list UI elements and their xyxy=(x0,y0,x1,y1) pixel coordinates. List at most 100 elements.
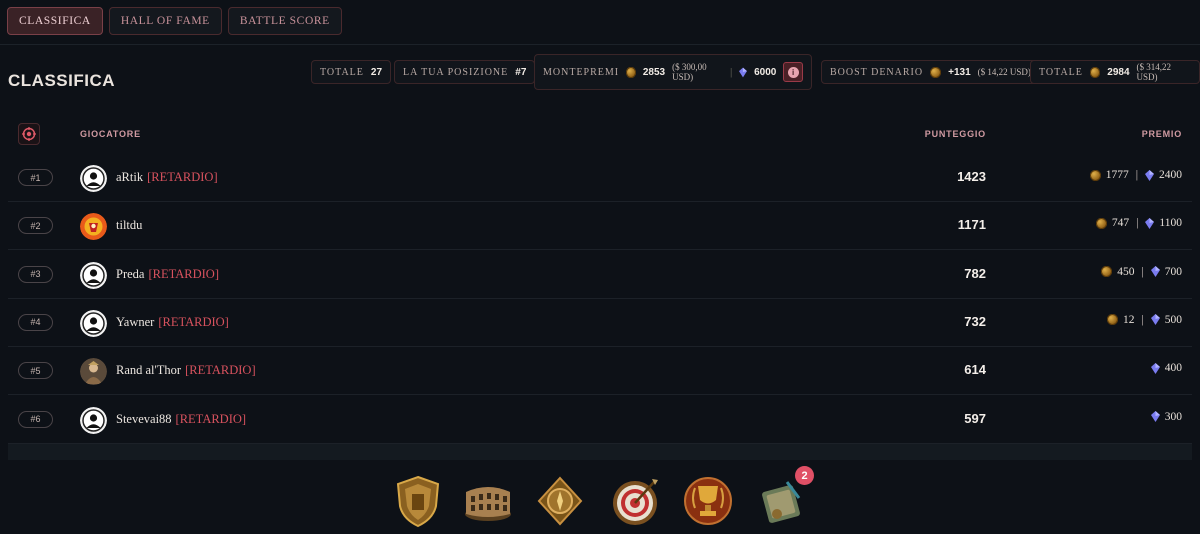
tab-battle-score[interactable]: BATTLE SCORE xyxy=(227,7,342,35)
clan-tag[interactable]: [RETARDIO] xyxy=(148,267,219,281)
separator: | xyxy=(730,66,733,78)
crosshair-icon[interactable] xyxy=(18,123,40,145)
rank-badge: #4 xyxy=(18,313,53,331)
your-position-stat: LA TUA POSIZIONE #7 xyxy=(394,60,536,84)
stat-coins: +131 xyxy=(948,66,971,78)
player-username[interactable]: aRtik xyxy=(116,170,143,184)
stat-usd: ($ 300,00 USD) xyxy=(672,62,707,82)
clan-tag[interactable]: [RETARDIO] xyxy=(176,412,247,426)
coin-icon xyxy=(930,66,942,78)
separator: | xyxy=(1135,169,1138,181)
prize-gems: 2400 xyxy=(1159,169,1182,181)
page-title: CLASSIFICA xyxy=(8,71,115,90)
trophy-icon[interactable] xyxy=(683,474,733,528)
avatar[interactable] xyxy=(80,358,107,386)
gem-icon xyxy=(1145,217,1155,229)
player-username[interactable]: tiltdu xyxy=(116,218,142,232)
prize-gems: 300 xyxy=(1164,410,1182,423)
table-header: GIOCATORE PUNTEGGIO PREMIO xyxy=(0,118,1200,152)
column-player: GIOCATORE xyxy=(80,129,141,139)
stat-label: BOOST DENARIO xyxy=(830,66,924,78)
prize-gems: 1100 xyxy=(1159,217,1182,230)
colosseum-icon[interactable] xyxy=(463,474,513,528)
stat-gems: 6000 xyxy=(754,66,777,78)
stat-value: 27 xyxy=(370,66,383,78)
player-score: 614 xyxy=(964,362,986,378)
column-prize: PREMIO xyxy=(1141,129,1182,139)
divider xyxy=(0,44,1200,45)
player-prize: 450 | 700 xyxy=(1101,266,1182,278)
avatar[interactable] xyxy=(80,165,107,192)
player-name[interactable]: Yawner [RETARDIO] xyxy=(116,315,229,330)
tab-bar: CLASSIFICA HALL OF FAME BATTLE SCORE xyxy=(7,7,342,35)
player-prize: 1777 | 2400 xyxy=(1089,169,1182,181)
stat-usd: ($ 314,22 USD) xyxy=(1136,62,1172,82)
table-row[interactable]: #5 Rand al'Thor [RETARDIO] 614 400 xyxy=(8,347,1192,396)
gem-icon xyxy=(1145,169,1154,181)
info-button[interactable]: i xyxy=(783,62,803,82)
prize-pool-stat: MONTEPREMI 2853 ($ 300,00 USD) | 6000 i xyxy=(534,54,812,90)
coin-icon xyxy=(1089,169,1101,181)
stat-coins: 2984 xyxy=(1107,66,1130,78)
notification-badge: 2 xyxy=(795,466,814,485)
gem-icon xyxy=(1150,266,1160,278)
rank-badge: #2 xyxy=(18,217,53,235)
stat-label: TOTALE xyxy=(1039,66,1083,78)
player-name[interactable]: Stevevai88 [RETARDIO] xyxy=(116,412,246,427)
tab-classifica[interactable]: CLASSIFICA xyxy=(7,7,103,35)
stat-label: LA TUA POSIZIONE xyxy=(403,66,509,78)
column-score: PUNTEGGIO xyxy=(924,129,986,139)
rank-badge: #1 xyxy=(18,169,53,186)
player-username[interactable]: Rand al'Thor xyxy=(116,363,181,377)
player-name[interactable]: tiltdu xyxy=(116,218,142,233)
rank-badge: #5 xyxy=(18,362,53,380)
player-prize: 400 xyxy=(1150,362,1182,375)
prize-gems: 700 xyxy=(1164,265,1182,278)
coin-icon xyxy=(1089,66,1101,78)
avatar[interactable] xyxy=(80,309,107,337)
gem-icon xyxy=(739,67,748,77)
rank-badge: #3 xyxy=(18,265,53,283)
tab-hall-of-fame[interactable]: HALL OF FAME xyxy=(108,7,222,35)
table-row[interactable]: #4 Yawner [RETARDIO] 732 12 | 500 xyxy=(8,299,1192,347)
prize-gems: 400 xyxy=(1164,362,1182,375)
player-name[interactable]: Rand al'Thor [RETARDIO] xyxy=(116,363,256,378)
stat-label: TOTALE xyxy=(320,66,364,78)
player-prize: 747 | 1100 xyxy=(1095,217,1182,230)
avatar[interactable] xyxy=(80,406,107,434)
avatar[interactable] xyxy=(80,213,107,241)
table-row[interactable]: #1 aRtik [RETARDIO] 1423 1777 | 2400 xyxy=(8,154,1192,202)
boost-stat: BOOST DENARIO +131 ($ 14,22 USD) xyxy=(821,60,1040,84)
stat-coins: 2853 xyxy=(642,66,666,78)
player-score: 597 xyxy=(964,410,986,426)
player-username[interactable]: Preda xyxy=(116,267,144,281)
clan-tag[interactable]: [RETARDIO] xyxy=(147,170,218,184)
player-score: 732 xyxy=(964,313,986,329)
table-row[interactable]: #3 Preda [RETARDIO] 782 450 | 700 xyxy=(8,251,1192,299)
player-username[interactable]: Yawner xyxy=(116,315,154,329)
clan-tag[interactable]: [RETARDIO] xyxy=(185,363,256,377)
separator: | xyxy=(1141,265,1144,278)
prize-coins: 747 xyxy=(1111,217,1130,230)
prize-coins: 450 xyxy=(1117,265,1135,278)
player-name[interactable]: aRtik [RETARDIO] xyxy=(116,170,218,185)
shield-icon[interactable] xyxy=(393,474,443,528)
table-row[interactable]: #6 Stevevai88 [RETARDIO] 597 300 xyxy=(8,396,1192,444)
player-score: 1423 xyxy=(957,169,986,184)
player-username[interactable]: Stevevai88 xyxy=(116,412,172,426)
separator: | xyxy=(1141,313,1144,326)
coin-icon xyxy=(626,66,636,78)
prize-gems: 500 xyxy=(1164,313,1182,326)
avatar[interactable] xyxy=(80,261,107,289)
gem-icon xyxy=(1150,362,1160,374)
compass-icon[interactable] xyxy=(535,474,585,528)
player-name[interactable]: Preda [RETARDIO] xyxy=(116,267,219,282)
table-row[interactable]: #2 tiltdu 1171 747 | 1100 xyxy=(8,202,1192,251)
clan-tag[interactable]: [RETARDIO] xyxy=(158,315,229,329)
prize-coins: 1777 xyxy=(1105,169,1129,181)
separator: | xyxy=(1136,217,1139,230)
gem-icon xyxy=(1150,314,1160,326)
player-score: 1171 xyxy=(957,217,986,233)
target-icon[interactable] xyxy=(610,474,660,528)
total-players-stat: TOTALE 27 xyxy=(311,60,392,84)
